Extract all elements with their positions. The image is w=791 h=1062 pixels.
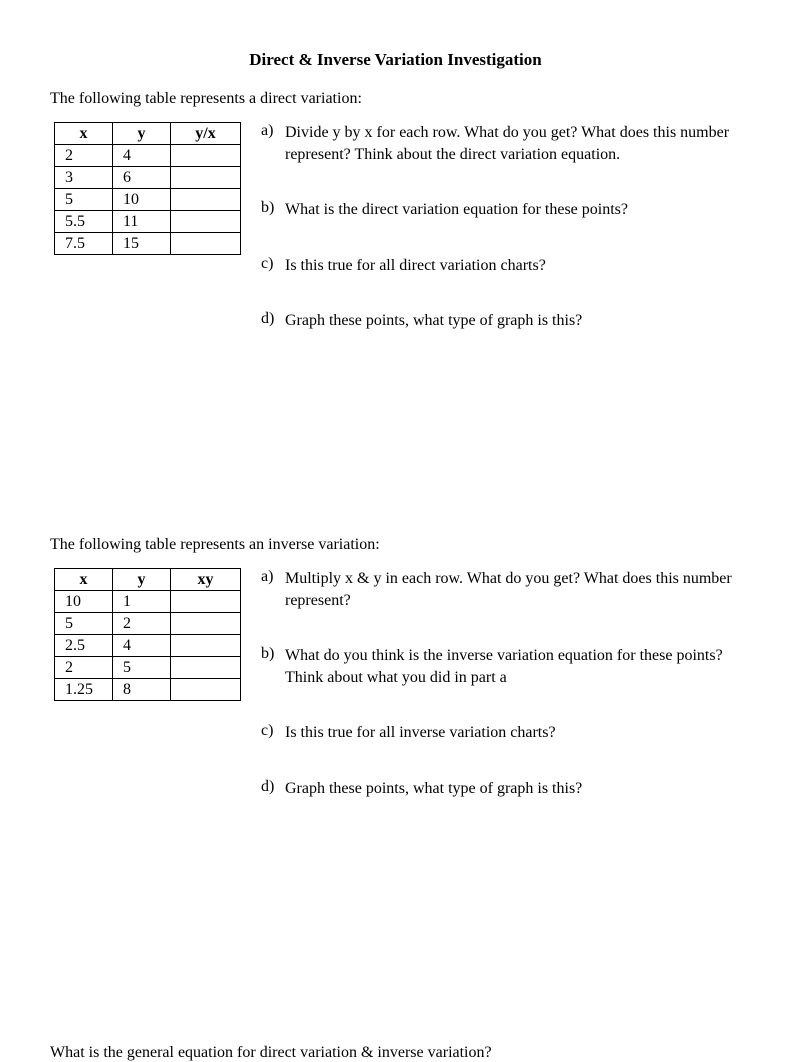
question-c: c) Is this true for all direct variation… <box>261 255 741 277</box>
spacer <box>50 376 741 536</box>
cell-y: 4 <box>113 634 171 656</box>
table-row: 2 4 <box>55 145 241 167</box>
header-y: y <box>113 123 171 145</box>
cell-y: 8 <box>113 678 171 700</box>
question-letter: c) <box>261 255 285 277</box>
section2-intro: The following table represents an invers… <box>50 536 741 554</box>
cell-xy <box>171 612 241 634</box>
cell-yx <box>171 189 241 211</box>
cell-x: 2 <box>55 145 113 167</box>
header-y: y <box>113 568 171 590</box>
table-row: 2.5 4 <box>55 634 241 656</box>
question-letter: a) <box>261 568 285 611</box>
question-a: a) Divide y by x for each row. What do y… <box>261 122 741 165</box>
section2: x y xy 10 1 5 2 2.5 4 2 5 <box>50 568 741 834</box>
inverse-variation-table: x y xy 10 1 5 2 2.5 4 2 5 <box>54 568 241 701</box>
cell-y: 1 <box>113 590 171 612</box>
question-a: a) Multiply x & y in each row. What do y… <box>261 568 741 611</box>
cell-x: 3 <box>55 167 113 189</box>
section1: x y y/x 2 4 3 6 5 10 5.5 11 <box>50 122 741 366</box>
cell-y: 5 <box>113 656 171 678</box>
question-d: d) Graph these points, what type of grap… <box>261 310 741 332</box>
question-text: Graph these points, what type of graph i… <box>285 778 741 800</box>
cell-x: 7.5 <box>55 233 113 255</box>
direct-variation-table: x y y/x 2 4 3 6 5 10 5.5 11 <box>54 122 241 255</box>
table-row: 3 6 <box>55 167 241 189</box>
final-question: What is the general equation for direct … <box>50 1044 741 1062</box>
question-d: d) Graph these points, what type of grap… <box>261 778 741 800</box>
cell-yx <box>171 145 241 167</box>
section1-table-wrap: x y y/x 2 4 3 6 5 10 5.5 11 <box>54 122 241 255</box>
question-letter: b) <box>261 199 285 221</box>
cell-y: 2 <box>113 612 171 634</box>
header-xy: xy <box>171 568 241 590</box>
section1-intro: The following table represents a direct … <box>50 90 741 108</box>
cell-y: 6 <box>113 167 171 189</box>
table-header-row: x y xy <box>55 568 241 590</box>
question-text: Is this true for all direct variation ch… <box>285 255 741 277</box>
table-row: 10 1 <box>55 590 241 612</box>
question-letter: d) <box>261 310 285 332</box>
cell-x: 5 <box>55 612 113 634</box>
page-title: Direct & Inverse Variation Investigation <box>50 50 741 70</box>
header-x: x <box>55 123 113 145</box>
cell-yx <box>171 167 241 189</box>
table-header-row: x y y/x <box>55 123 241 145</box>
question-b: b) What is the direct variation equation… <box>261 199 741 221</box>
question-c: c) Is this true for all inverse variatio… <box>261 722 741 744</box>
question-text: Is this true for all inverse variation c… <box>285 722 741 744</box>
table-row: 5.5 11 <box>55 211 241 233</box>
table-row: 1.25 8 <box>55 678 241 700</box>
question-text: What do you think is the inverse variati… <box>285 645 741 688</box>
cell-x: 2 <box>55 656 113 678</box>
question-text: What is the direct variation equation fo… <box>285 199 741 221</box>
cell-xy <box>171 590 241 612</box>
question-letter: d) <box>261 778 285 800</box>
question-text: Multiply x & y in each row. What do you … <box>285 568 741 611</box>
cell-x: 2.5 <box>55 634 113 656</box>
section2-questions: a) Multiply x & y in each row. What do y… <box>261 568 741 834</box>
question-text: Divide y by x for each row. What do you … <box>285 122 741 165</box>
cell-y: 10 <box>113 189 171 211</box>
spacer <box>50 844 741 1044</box>
header-yx: y/x <box>171 123 241 145</box>
cell-yx <box>171 233 241 255</box>
cell-yx <box>171 211 241 233</box>
question-text: Graph these points, what type of graph i… <box>285 310 741 332</box>
cell-x: 5 <box>55 189 113 211</box>
cell-x: 5.5 <box>55 211 113 233</box>
question-b: b) What do you think is the inverse vari… <box>261 645 741 688</box>
table-row: 5 10 <box>55 189 241 211</box>
cell-x: 1.25 <box>55 678 113 700</box>
cell-y: 4 <box>113 145 171 167</box>
cell-x: 10 <box>55 590 113 612</box>
section1-questions: a) Divide y by x for each row. What do y… <box>261 122 741 366</box>
cell-xy <box>171 656 241 678</box>
cell-y: 15 <box>113 233 171 255</box>
cell-xy <box>171 678 241 700</box>
question-letter: c) <box>261 722 285 744</box>
question-letter: a) <box>261 122 285 165</box>
table-row: 5 2 <box>55 612 241 634</box>
table-row: 2 5 <box>55 656 241 678</box>
table-row: 7.5 15 <box>55 233 241 255</box>
cell-xy <box>171 634 241 656</box>
cell-y: 11 <box>113 211 171 233</box>
section2-table-wrap: x y xy 10 1 5 2 2.5 4 2 5 <box>54 568 241 701</box>
header-x: x <box>55 568 113 590</box>
question-letter: b) <box>261 645 285 688</box>
